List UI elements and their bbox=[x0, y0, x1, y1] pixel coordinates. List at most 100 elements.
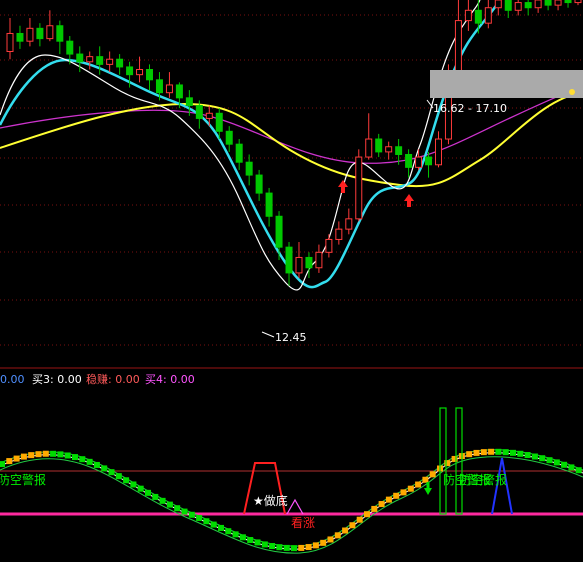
candle-down bbox=[126, 66, 134, 76]
bottom-mark-label: ★做底 bbox=[253, 493, 288, 508]
oscillator-block bbox=[539, 455, 546, 462]
oscillator-block bbox=[50, 450, 57, 457]
oscillator-block bbox=[298, 544, 305, 551]
range-label: 16.62 - 17.10 bbox=[433, 102, 507, 115]
oscillator-block bbox=[218, 524, 224, 531]
candle-up bbox=[106, 58, 114, 65]
candle-down bbox=[305, 256, 313, 269]
candle-down bbox=[564, 0, 572, 4]
gold-dot-icon bbox=[569, 89, 575, 95]
osc-line-white bbox=[0, 452, 583, 550]
oscillator-block bbox=[174, 505, 181, 512]
legend-item: 买4: 0.00 bbox=[145, 373, 195, 386]
oscillator-block bbox=[327, 536, 334, 543]
candle-up bbox=[355, 156, 363, 220]
oscillator-block bbox=[334, 532, 341, 539]
main-panel: 16.62 - 17.10 12.45 bbox=[0, 0, 583, 346]
oscillator-block bbox=[407, 485, 414, 492]
oscillator-block bbox=[188, 511, 195, 518]
oscillator-block bbox=[28, 452, 35, 459]
oscillator-block bbox=[225, 528, 232, 535]
low-label-pointer bbox=[261, 331, 275, 338]
candle-down bbox=[16, 32, 24, 42]
candle-up bbox=[315, 251, 323, 269]
warning-label-left: 防空警报 bbox=[0, 472, 46, 487]
oscillator-block bbox=[400, 489, 407, 496]
range-box bbox=[430, 70, 583, 98]
candle-up bbox=[365, 138, 373, 158]
legend-item: 稳赚: 0.00 bbox=[86, 372, 140, 386]
oscillator-block bbox=[152, 493, 159, 500]
oscillator-block bbox=[93, 461, 100, 468]
candle-down bbox=[66, 40, 74, 55]
oscillator-block bbox=[517, 450, 524, 457]
candle-down bbox=[116, 58, 124, 68]
oscillator-block bbox=[6, 458, 13, 465]
oscillator-block bbox=[137, 485, 144, 492]
oscillator-block bbox=[115, 473, 122, 480]
candle-up bbox=[434, 138, 442, 166]
oscillator-block bbox=[203, 518, 210, 525]
candle-up bbox=[574, 0, 582, 4]
candle-down bbox=[375, 138, 383, 153]
candles bbox=[6, 0, 582, 286]
oscillator-block bbox=[64, 452, 71, 459]
candle-down bbox=[425, 156, 433, 166]
candle-up bbox=[325, 238, 333, 253]
candle-down bbox=[395, 146, 403, 155]
stock-chart: 16.62 - 17.10 12.45 0.00 买3: 0.00 稳赚: 0.… bbox=[0, 0, 583, 554]
oscillator-block bbox=[86, 458, 93, 465]
oscillator-block bbox=[166, 501, 173, 508]
oscillator-block bbox=[291, 545, 297, 552]
candle-down bbox=[96, 56, 104, 65]
oscillator-block bbox=[72, 454, 78, 461]
oscillator-block bbox=[466, 451, 473, 458]
candle-up bbox=[26, 27, 34, 42]
candle-down bbox=[544, 0, 552, 6]
candle-down bbox=[235, 143, 243, 163]
oscillator-block bbox=[42, 450, 49, 457]
oscillator-block bbox=[378, 501, 385, 508]
oscillator-block bbox=[568, 464, 575, 471]
candle-down bbox=[175, 84, 183, 99]
candle-up bbox=[136, 69, 144, 76]
oscillator-block bbox=[305, 544, 312, 551]
candle-up bbox=[514, 2, 522, 11]
oscillator-block bbox=[480, 449, 487, 456]
candle-down bbox=[146, 69, 154, 81]
oscillator-block bbox=[488, 448, 495, 455]
candle-down bbox=[265, 192, 273, 217]
oscillator-block bbox=[349, 522, 356, 529]
oscillator-block bbox=[196, 514, 203, 521]
oscillator-block bbox=[145, 489, 151, 496]
oscillator-block bbox=[57, 451, 64, 458]
oscillator-block bbox=[393, 492, 400, 499]
ma-cyan-line bbox=[0, 0, 502, 289]
oscillator-block bbox=[232, 531, 239, 538]
candle-up bbox=[554, 0, 562, 6]
candle-up bbox=[46, 25, 54, 40]
oscillator-block bbox=[422, 476, 429, 483]
oscillator-block bbox=[531, 453, 538, 460]
candle-down bbox=[155, 79, 163, 94]
rise-label: 看涨 bbox=[291, 515, 315, 530]
oscillator-block bbox=[312, 542, 319, 549]
oscillator-block bbox=[254, 539, 261, 546]
candle-down bbox=[285, 246, 293, 274]
low-label: 12.45 bbox=[275, 331, 307, 344]
candle-down bbox=[504, 0, 512, 11]
candle-down bbox=[275, 215, 283, 248]
candle-up bbox=[415, 156, 423, 168]
candle-down bbox=[245, 161, 253, 176]
candle-down bbox=[255, 174, 263, 194]
candle-down bbox=[36, 27, 44, 40]
oscillator-block bbox=[283, 544, 290, 551]
candle-up bbox=[295, 256, 303, 274]
oscillator-block bbox=[385, 496, 392, 503]
oscillator-block bbox=[108, 469, 115, 476]
oscillator-block bbox=[553, 459, 560, 466]
oscillator-block bbox=[79, 456, 86, 463]
legend-item: 0.00 bbox=[0, 373, 25, 386]
oscillator-block bbox=[371, 505, 378, 512]
oscillator-block bbox=[247, 537, 254, 544]
